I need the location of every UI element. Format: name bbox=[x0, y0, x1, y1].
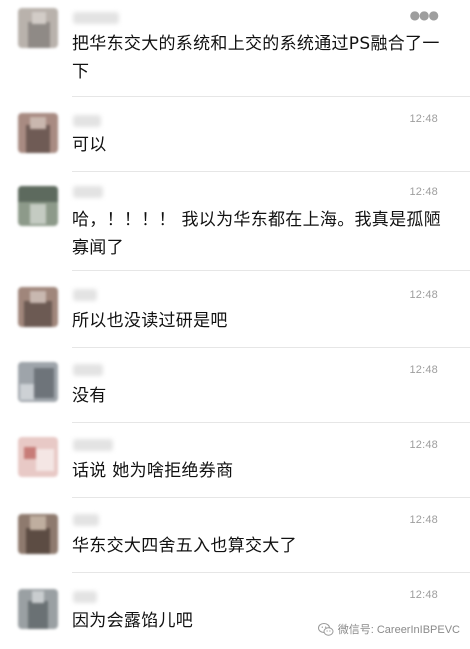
watermark-text: 微信号: CareerInIBPEVC bbox=[337, 624, 460, 636]
more-dots-icon[interactable]: ●●● bbox=[410, 8, 439, 22]
avatar[interactable] bbox=[18, 437, 58, 477]
avatar[interactable] bbox=[18, 186, 58, 226]
divider bbox=[72, 572, 470, 573]
username-blurred bbox=[73, 514, 99, 526]
username-blurred bbox=[73, 439, 113, 451]
avatar[interactable] bbox=[18, 362, 58, 402]
avatar[interactable] bbox=[18, 113, 58, 153]
username-blurred bbox=[73, 12, 119, 24]
timestamp: 12:48 bbox=[409, 589, 438, 601]
username-blurred bbox=[73, 186, 103, 198]
divider bbox=[72, 497, 470, 498]
divider bbox=[72, 347, 470, 348]
avatar[interactable] bbox=[18, 589, 58, 629]
username-blurred bbox=[73, 289, 97, 301]
username-blurred bbox=[73, 591, 97, 603]
avatar[interactable] bbox=[18, 514, 58, 554]
watermark: 微信号: CareerInIBPEVC bbox=[317, 621, 460, 637]
timestamp: 12:48 bbox=[409, 289, 438, 301]
timestamp: 12:48 bbox=[409, 113, 438, 125]
comment-feed: ●●● 把华东交大的系统和上交的系统通过PS融合了一下 12:48 可以 12:… bbox=[0, 0, 470, 649]
timestamp: 12:48 bbox=[409, 439, 438, 451]
comment-text: 华东交大四舍五入也算交大了 bbox=[72, 536, 297, 556]
comment-text: 把华东交大的系统和上交的系统通过PS融合了一下 bbox=[72, 34, 440, 82]
timestamp: 12:48 bbox=[409, 514, 438, 526]
comment-text: 话说 她为啥拒绝券商 bbox=[72, 461, 234, 481]
divider bbox=[72, 422, 470, 423]
comment-text: 哈，！！！！ 我以为华东都在上海。我真是孤陋寡闻了 bbox=[72, 210, 442, 258]
divider bbox=[72, 270, 470, 271]
divider bbox=[72, 171, 470, 172]
avatar[interactable] bbox=[18, 8, 58, 48]
username-blurred bbox=[73, 115, 101, 127]
timestamp: 12:48 bbox=[409, 186, 438, 198]
timestamp: 12:48 bbox=[409, 364, 438, 376]
divider bbox=[72, 96, 470, 97]
avatar[interactable] bbox=[18, 287, 58, 327]
comment-text: 所以也没读过研是吧 bbox=[72, 311, 228, 331]
wechat-logo-icon bbox=[317, 622, 334, 636]
comment-text: 没有 bbox=[72, 386, 107, 406]
username-blurred bbox=[73, 364, 103, 376]
comment-text: 可以 bbox=[72, 135, 107, 155]
